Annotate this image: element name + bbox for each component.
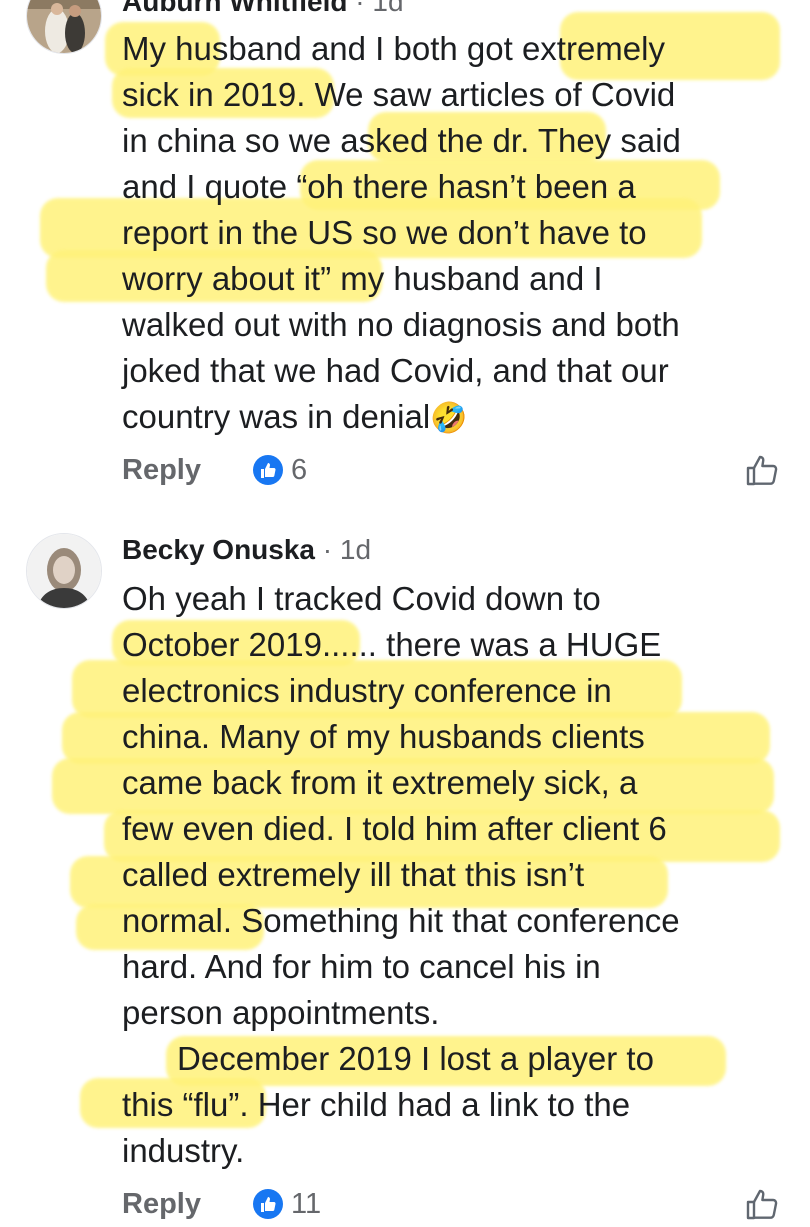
reaction-count: 6 <box>290 453 308 486</box>
comment-text-line: in china so we asked the dr. They said <box>122 122 681 159</box>
comment-text-line: and I quote “oh there hasn’t been a <box>122 168 636 205</box>
comment-text-line: My husband and I both got extremely <box>122 30 665 67</box>
comment-text-line: walked out with no diagnosis and both <box>122 306 680 343</box>
comment-author-name[interactable]: Auburn Whitfield <box>122 0 348 17</box>
reaction-summary[interactable]: 11 <box>252 1187 322 1221</box>
comment-text-line: electronics industry conference in <box>122 672 612 709</box>
comment-author-row: Becky Onuska · 1d <box>122 534 371 566</box>
comment-text-line: hard. And for him to cancel his in <box>122 948 601 985</box>
comment-timestamp: · 1d <box>355 0 404 17</box>
avatar[interactable] <box>26 533 102 609</box>
thumbs-up-outline-icon[interactable] <box>744 452 780 488</box>
avatar[interactable] <box>26 0 102 54</box>
comment-text-line: December 2019 I lost a player to <box>122 1040 654 1077</box>
comment-text-line: October 2019...... there was a HUGE <box>122 626 662 663</box>
comment-text: country was in denial <box>122 398 431 435</box>
comment-text-line: china. Many of my husbands clients <box>122 718 645 755</box>
comment-text-line: few even died. I told him after client 6 <box>122 810 667 847</box>
comment-actions: Reply 6 <box>122 450 307 490</box>
comment-actions: Reply 11 <box>122 1184 321 1224</box>
like-reaction-icon <box>252 455 283 485</box>
reply-button[interactable]: Reply <box>122 1188 201 1221</box>
comment-text-line: Oh yeah I tracked Covid down to <box>122 580 601 617</box>
reply-button[interactable]: Reply <box>122 454 201 487</box>
comment-text-line: worry about it” my husband and I <box>122 260 603 297</box>
thumbs-up-outline-icon[interactable] <box>744 1186 780 1222</box>
comment-author-row: Auburn Whitfield · 1d <box>122 0 404 18</box>
comment-text-line: sick in 2019. We saw articles of Covid <box>122 76 676 113</box>
reaction-count: 11 <box>290 1187 322 1220</box>
like-reaction-icon <box>252 1189 283 1219</box>
comment-text-line: came back from it extremely sick, a <box>122 764 638 801</box>
comment-text-line: this “flu”. Her child had a link to the <box>122 1086 631 1123</box>
comment-author-name[interactable]: Becky Onuska <box>122 534 315 565</box>
comment-text-line: called extremely ill that this isn’t <box>122 856 585 893</box>
comment-text-line: normal. Something hit that conference <box>122 902 680 939</box>
comment-text-line: person appointments. <box>122 994 440 1031</box>
comment-timestamp: · 1d <box>322 534 372 565</box>
comment-text-line: industry. <box>122 1132 245 1169</box>
comment-text-line: joked that we had Covid, and that our <box>122 352 669 389</box>
comment-text-line-last: country was in denial🤣 <box>122 394 468 442</box>
rolling-laughing-emoji: 🤣 <box>430 402 468 435</box>
reaction-summary[interactable]: 6 <box>252 453 308 487</box>
comment-text-line: report in the US so we don’t have to <box>122 214 647 251</box>
